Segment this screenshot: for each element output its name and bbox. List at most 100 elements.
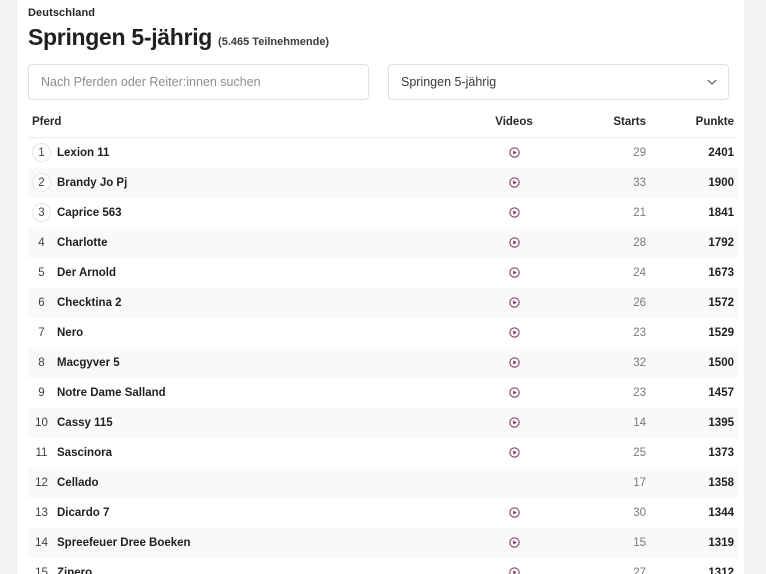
horse-name[interactable]: Lexion 11: [57, 147, 109, 159]
table-row[interactable]: 12Cellado171358: [28, 468, 738, 498]
cell-videos[interactable]: [472, 558, 556, 574]
column-header-punkte[interactable]: Punkte: [646, 116, 738, 138]
cell-videos[interactable]: [472, 228, 556, 258]
table-row[interactable]: 4Charlotte281792: [28, 228, 738, 258]
horse-name[interactable]: Checktina 2: [57, 297, 122, 309]
cell-punkte: 1358: [646, 468, 738, 498]
play-circle-icon[interactable]: [509, 567, 520, 574]
play-circle-icon[interactable]: [509, 237, 520, 248]
horse-name-group: 6 Checktina 2: [32, 293, 472, 312]
cell-pferd[interactable]: 7Nero: [28, 318, 472, 348]
cell-starts: 15: [556, 528, 646, 558]
play-circle-icon[interactable]: [509, 387, 520, 398]
table-row[interactable]: 1Lexion 11292401: [28, 138, 738, 168]
play-circle-icon[interactable]: [509, 537, 520, 548]
cell-pferd[interactable]: 2 Brandy Jo Pj: [28, 168, 472, 198]
search-input-wrapper[interactable]: [28, 64, 369, 100]
cell-videos[interactable]: [472, 288, 556, 318]
horse-name[interactable]: Charlotte: [57, 237, 107, 249]
table-row[interactable]: 3Caprice 563211841: [28, 198, 738, 228]
cell-pferd[interactable]: 5Der Arnold: [28, 258, 472, 288]
column-header-pferd[interactable]: Pferd: [28, 116, 472, 138]
horse-name[interactable]: Sascinora: [57, 447, 112, 459]
cell-videos[interactable]: [472, 258, 556, 288]
cell-pferd[interactable]: 4Charlotte: [28, 228, 472, 258]
table-row[interactable]: 10Cassy 115141395: [28, 408, 738, 438]
horse-name-group: 3Caprice 563: [32, 203, 472, 222]
play-circle-icon[interactable]: [509, 327, 520, 338]
table-row[interactable]: 7Nero231529: [28, 318, 738, 348]
chevron-down-icon[interactable]: [707, 77, 717, 87]
cell-pferd[interactable]: 8Macgyver 5: [28, 348, 472, 378]
cell-videos[interactable]: [472, 138, 556, 168]
cell-videos[interactable]: [472, 408, 556, 438]
cell-pferd[interactable]: 11 Sascinora: [28, 438, 472, 468]
cell-pferd[interactable]: 14 Spreefeuer Dree Boeken: [28, 528, 472, 558]
discipline-select[interactable]: Springen 5-jährig: [388, 64, 729, 100]
horse-name[interactable]: Dicardo 7: [57, 507, 109, 519]
cell-punkte: 1572: [646, 288, 738, 318]
page-root: Deutschland Springen 5-jährig (5.465 Tei…: [0, 0, 766, 574]
cell-videos[interactable]: [472, 498, 556, 528]
play-circle-icon[interactable]: [509, 147, 520, 158]
play-circle-icon[interactable]: [509, 267, 520, 278]
play-circle-icon[interactable]: [509, 207, 520, 218]
horse-name[interactable]: Spreefeuer Dree Boeken: [57, 537, 191, 549]
cell-videos[interactable]: [472, 198, 556, 228]
play-circle-icon[interactable]: [509, 447, 520, 458]
table-row[interactable]: 9Notre Dame Salland231457: [28, 378, 738, 408]
cell-punkte: 1457: [646, 378, 738, 408]
cell-pferd[interactable]: 3Caprice 563: [28, 198, 472, 228]
table-row[interactable]: 5Der Arnold241673: [28, 258, 738, 288]
table-row[interactable]: 8Macgyver 5321500: [28, 348, 738, 378]
table-row[interactable]: 2Brandy Jo Pj331900: [28, 168, 738, 198]
cell-pferd[interactable]: 6 Checktina 2: [28, 288, 472, 318]
cell-pferd[interactable]: 1Lexion 11: [28, 138, 472, 168]
cell-videos[interactable]: [472, 528, 556, 558]
horse-name-group: 7Nero: [32, 323, 472, 342]
horse-name[interactable]: Brandy Jo Pj: [57, 177, 127, 189]
cell-pferd[interactable]: 13Dicardo 7: [28, 498, 472, 528]
cell-starts: 14: [556, 408, 646, 438]
play-circle-icon[interactable]: [509, 177, 520, 188]
horse-name[interactable]: Macgyver 5: [57, 357, 120, 369]
horse-name[interactable]: Caprice 563: [57, 207, 122, 219]
cell-pferd[interactable]: 9Notre Dame Salland: [28, 378, 472, 408]
search-input[interactable]: [41, 75, 356, 89]
country-label: Deutschland: [28, 0, 734, 20]
cell-videos[interactable]: [472, 378, 556, 408]
cell-pferd[interactable]: 10Cassy 115: [28, 408, 472, 438]
table-row[interactable]: 14Spreefeuer Dree Boeken151319: [28, 528, 738, 558]
horse-name[interactable]: Cellado: [57, 477, 99, 489]
horse-name-group: 10Cassy 115: [32, 413, 472, 432]
cell-pferd[interactable]: 15Zinero: [28, 558, 472, 574]
cell-pferd[interactable]: 12Cellado: [28, 468, 472, 498]
column-header-videos[interactable]: Videos: [472, 116, 556, 138]
horse-name[interactable]: Zinero: [57, 567, 92, 574]
rank-badge: 6: [32, 293, 51, 312]
cell-starts: 25: [556, 438, 646, 468]
cell-videos[interactable]: [472, 468, 556, 498]
horse-name[interactable]: Notre Dame Salland: [57, 387, 166, 399]
play-circle-icon[interactable]: [509, 507, 520, 518]
cell-videos[interactable]: [472, 318, 556, 348]
play-circle-icon[interactable]: [509, 357, 520, 368]
play-circle-icon[interactable]: [509, 297, 520, 308]
cell-videos[interactable]: [472, 438, 556, 468]
horse-name[interactable]: Cassy 115: [57, 417, 113, 429]
rank-badge: 2: [32, 173, 51, 192]
play-circle-icon[interactable]: [509, 417, 520, 428]
table-row[interactable]: 11Sascinora251373: [28, 438, 738, 468]
cell-videos[interactable]: [472, 168, 556, 198]
table-row[interactable]: 13Dicardo 7301344: [28, 498, 738, 528]
rank-badge: 14: [32, 533, 51, 552]
table-row[interactable]: 6Checktina 2261572: [28, 288, 738, 318]
table-row[interactable]: 15Zinero271312: [28, 558, 738, 574]
participant-count: (5.465 Teilnehmende): [218, 35, 329, 49]
rank-badge: 11: [32, 443, 51, 462]
horse-name[interactable]: Nero: [57, 327, 83, 339]
column-header-starts[interactable]: Starts: [556, 116, 646, 138]
horse-name-group: 8Macgyver 5: [32, 353, 472, 372]
horse-name[interactable]: Der Arnold: [57, 267, 116, 279]
cell-videos[interactable]: [472, 348, 556, 378]
